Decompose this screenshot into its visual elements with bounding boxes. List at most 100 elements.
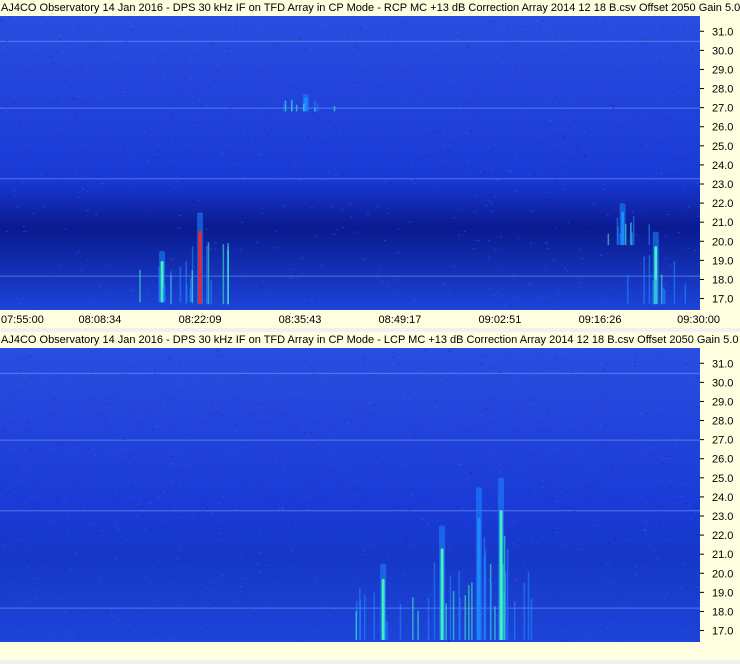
noise-speckle [573,510,576,512]
noise-speckle [494,137,497,139]
noise-speckle [692,139,695,141]
freq-tick-label: 20.0 [712,236,733,248]
noise-speckle [145,146,148,148]
noise-speckle [577,541,580,543]
noise-speckle [625,207,628,209]
noise-speckle [367,214,370,216]
noise-speckle [543,550,546,552]
noise-speckle [445,379,448,381]
noise-speckle [573,375,576,377]
noise-speckle [555,72,558,74]
noise-speckle [302,119,305,121]
noise-speckle [566,271,569,273]
noise-speckle [569,440,572,442]
burst-streak [373,592,376,641]
burst-streak [179,267,182,303]
noise-speckle [659,505,662,507]
noise-speckle [620,543,623,545]
noise-speckle [33,482,36,484]
noise-speckle [514,156,517,158]
noise-speckle [392,356,395,358]
noise-speckle [447,548,450,550]
noise-speckle [24,396,27,398]
noise-speckle [686,586,689,588]
noise-speckle [601,575,604,577]
noise-speckle [266,495,269,497]
noise-speckle [609,108,612,110]
noise-speckle [182,574,185,576]
noise-speckle [332,470,335,472]
noise-speckle [527,173,530,175]
noise-speckle [387,147,390,149]
noise-speckle [277,508,280,510]
burst-streak [158,266,160,303]
noise-speckle [220,539,223,541]
noise-speckle [570,424,573,426]
noise-speckle [572,75,575,77]
noise-speckle [168,161,171,163]
burst-streak [449,575,452,641]
noise-speckle [595,20,598,22]
noise-speckle [371,374,374,376]
noise-speckle [283,205,286,207]
noise-speckle [162,402,165,404]
noise-speckle [333,233,336,235]
noise-speckle [663,349,666,351]
noise-speckle [357,361,360,363]
noise-speckle [356,305,359,307]
noise-speckle [94,46,97,48]
noise-speckle [544,481,547,483]
noise-speckle [1,541,4,543]
noise-speckle [605,363,608,365]
noise-speckle [186,464,189,466]
noise-speckle [641,90,644,92]
noise-speckle [25,349,28,351]
noise-speckle [551,145,554,147]
noise-speckle [403,630,406,632]
noise-speckle [517,538,520,540]
noise-speckle [488,257,491,259]
noise-speckle [465,523,468,525]
freq-tick-label: 25.0 [712,473,733,485]
noise-speckle [241,221,244,223]
noise-speckle [580,446,583,448]
noise-speckle [599,149,602,151]
noise-speckle [65,39,68,41]
noise-speckle [80,287,83,289]
noise-speckle [306,551,309,553]
noise-speckle [369,545,372,547]
noise-speckle [167,490,170,492]
noise-speckle [435,406,438,408]
noise-speckle [87,448,90,450]
noise-speckle [443,262,446,264]
noise-speckle [2,545,5,547]
noise-speckle [433,187,436,189]
noise-speckle [694,514,697,516]
burst-streak [333,106,336,112]
noise-speckle [363,408,366,410]
noise-speckle [25,566,28,568]
noise-speckle [331,369,334,371]
noise-speckle [241,18,244,20]
noise-speckle [304,619,307,621]
noise-speckle [231,56,234,58]
noise-speckle [362,363,365,365]
noise-speckle [266,379,269,381]
noise-speckle [123,394,126,396]
noise-speckle [488,239,491,241]
noise-speckle [508,305,511,307]
noise-speckle [356,505,359,507]
burst-streak [427,597,430,641]
noise-speckle [423,597,426,599]
noise-speckle [600,424,603,426]
noise-speckle [441,161,444,163]
noise-speckle [72,169,75,171]
noise-speckle [665,258,668,260]
noise-speckle [4,237,7,239]
noise-speckle [534,511,537,513]
noise-speckle [633,365,636,367]
burst-streak [673,261,676,305]
noise-speckle [16,463,19,465]
noise-speckle [392,491,395,493]
burst-streak [506,548,509,641]
